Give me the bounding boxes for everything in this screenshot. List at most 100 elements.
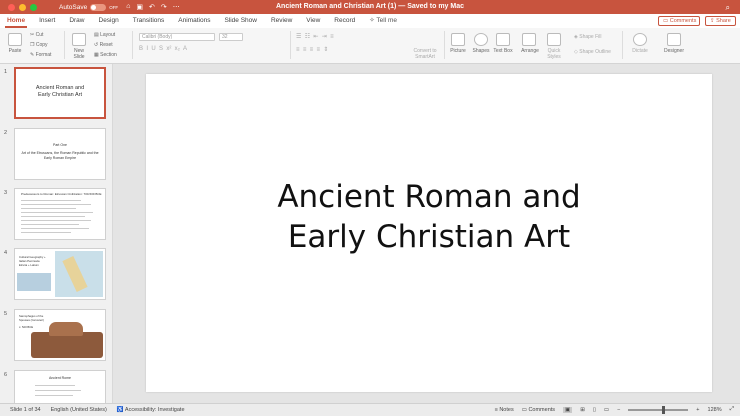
comments-button[interactable]: ▭ Comments	[658, 16, 700, 26]
thumb-title: Part One	[52, 143, 67, 147]
accessibility-status[interactable]: ♿ Accessibility: Investigate	[117, 407, 185, 413]
thumb-subtitle: Art of the Etruscans, the Roman Republic…	[21, 151, 99, 160]
format-label: Format	[35, 52, 52, 58]
reset-button[interactable]: ↺ Reset	[94, 42, 113, 48]
layout-label: Layout	[100, 32, 116, 38]
tab-draw[interactable]: Draw	[62, 14, 91, 28]
ribbon-divider	[290, 31, 291, 59]
slide-thumbnail-4[interactable]: Cultural Geography + Italian Peninsula E…	[14, 248, 106, 300]
arrange-icon[interactable]	[522, 33, 536, 46]
tell-me-label: Tell me	[376, 17, 397, 24]
section-button[interactable]: ▦ Section	[94, 52, 117, 58]
peninsula-shape	[62, 256, 88, 292]
close-window-button[interactable]	[8, 3, 15, 11]
normal-view-icon[interactable]: ▣	[563, 406, 573, 413]
tab-transitions[interactable]: Transitions	[126, 14, 172, 28]
slide-number: 6	[4, 372, 8, 378]
slide-thumbnail-5[interactable]: Sarcophagus of the Spouses (Cerveteri) c…	[14, 309, 106, 361]
align-buttons[interactable]: ≡ ≡ ≡ ≡ ⇕	[296, 46, 328, 53]
font-size-select[interactable]: 32	[219, 33, 243, 41]
tab-home[interactable]: Home	[0, 14, 32, 28]
redo-icon[interactable]: ↷	[161, 3, 167, 11]
slide-thumbnail-panel[interactable]: 1 Ancient Roman and Early Christian Art …	[0, 64, 113, 403]
share-button[interactable]: ⇪ Share	[705, 16, 736, 26]
thumb-title: Cultural Geography + Italian Peninsula	[19, 255, 46, 263]
autosave-label: AutoSave	[59, 3, 88, 11]
tab-slide-show[interactable]: Slide Show	[217, 14, 264, 28]
picture-label: Picture	[450, 48, 466, 54]
slide-thumbnail-3[interactable]: Predecessors to Roman: Etruscan Civiliza…	[14, 188, 106, 240]
zoom-in-icon[interactable]: +	[696, 407, 699, 413]
ribbon-home: Paste ✂ Cut ❐ Copy ✎ Format New Slide ▤ …	[0, 28, 740, 64]
font-format-buttons[interactable]: B I U S x² x₂ A	[139, 46, 187, 52]
tab-design[interactable]: Design	[92, 14, 126, 28]
tab-insert[interactable]: Insert	[32, 14, 62, 28]
undo-icon[interactable]: ↶	[149, 3, 155, 11]
tab-record[interactable]: Record	[327, 14, 362, 28]
designer-icon[interactable]	[667, 33, 681, 46]
shape-outline-label: Shape Outline	[579, 49, 611, 55]
microphone-icon[interactable]	[633, 33, 647, 46]
comments-status-button[interactable]: ▭ Comments	[522, 407, 555, 413]
zoom-window-button[interactable]	[30, 3, 37, 11]
autosave[interactable]: AutoSave OFF	[59, 3, 119, 11]
notes-button[interactable]: ≡ Notes	[495, 407, 514, 413]
zoom-out-icon[interactable]: −	[617, 407, 620, 413]
ribbon-divider	[444, 31, 445, 59]
search-icon[interactable]: ⌕	[726, 3, 730, 13]
layout-button[interactable]: ▤ Layout	[94, 32, 115, 38]
text-line	[21, 220, 91, 221]
language-status[interactable]: English (United States)	[51, 407, 107, 413]
autosave-toggle[interactable]	[90, 3, 107, 11]
convert-smartart-label[interactable]: Convert to SmartArt	[408, 48, 442, 60]
slide-sorter-icon[interactable]: ⊞	[580, 407, 585, 413]
slide-thumbnail-1[interactable]: Ancient Roman and Early Christian Art	[14, 67, 106, 119]
tab-animations[interactable]: Animations	[171, 14, 217, 28]
autosave-state: OFF	[109, 4, 119, 10]
comments-button-label: Comments	[669, 18, 697, 24]
font-name-select[interactable]: Calibri (Body)	[139, 33, 215, 41]
new-slide-icon[interactable]	[72, 33, 86, 46]
comment-icon: ▭	[663, 18, 670, 24]
tell-me-box[interactable]: ✧ Tell me	[362, 14, 404, 28]
shape-outline-button[interactable]: ◇ Shape Outline	[574, 49, 611, 55]
paste-icon[interactable]	[8, 33, 22, 46]
save-icon[interactable]: ▣	[136, 3, 143, 11]
tab-view[interactable]: View	[299, 14, 327, 28]
thumb-subtitle: c. 520 BCE	[19, 325, 34, 329]
zoom-level[interactable]: 128%	[708, 407, 722, 413]
copy-label: Copy	[35, 42, 48, 48]
picture-icon[interactable]	[451, 33, 465, 46]
quick-styles-icon[interactable]	[547, 33, 561, 46]
text-line	[35, 395, 73, 396]
text-box-icon[interactable]	[496, 33, 510, 46]
fit-to-window-icon[interactable]: ⤢	[730, 406, 734, 413]
tab-review[interactable]: Review	[264, 14, 299, 28]
ribbon-divider	[132, 31, 133, 59]
text-line	[21, 228, 89, 229]
home-icon[interactable]: ⌂	[126, 3, 130, 11]
thumb-subtitle: Etruria + Latium	[19, 263, 39, 267]
text-line	[21, 212, 93, 213]
format-painter-button[interactable]: ✎ Format	[30, 52, 51, 58]
slide-thumbnail-6[interactable]: Ancient Rome	[14, 370, 106, 403]
list-buttons[interactable]: ☰ ☷ ⇤ ⇥ ≡	[296, 33, 334, 40]
copy-button[interactable]: ❐ Copy	[30, 42, 48, 48]
slide-number: 1	[4, 69, 8, 75]
reading-view-icon[interactable]: ▯	[593, 407, 596, 413]
minimize-window-button[interactable]	[19, 3, 26, 11]
slideshow-icon[interactable]: ▭	[604, 407, 609, 413]
designer-label: Designer	[663, 48, 684, 54]
shapes-icon[interactable]	[474, 33, 488, 46]
slide-title-placeholder[interactable]: Ancient Roman and Early Christian Art	[146, 177, 712, 257]
thumb-title: Predecessors to Roman: Etruscan Civiliza…	[21, 192, 102, 196]
slide-thumbnail-2[interactable]: Part One Art of the Etruscans, the Roman…	[14, 128, 106, 180]
cut-button[interactable]: ✂ Cut	[30, 32, 43, 38]
text-line	[35, 385, 75, 386]
zoom-slider[interactable]	[628, 405, 689, 414]
shape-fill-button[interactable]: ◈ Shape Fill	[574, 34, 601, 40]
notes-label: Notes	[499, 406, 514, 413]
more-icon[interactable]: ⋯	[173, 3, 180, 11]
current-slide[interactable]: Ancient Roman and Early Christian Art	[146, 74, 712, 392]
text-line	[21, 232, 71, 233]
